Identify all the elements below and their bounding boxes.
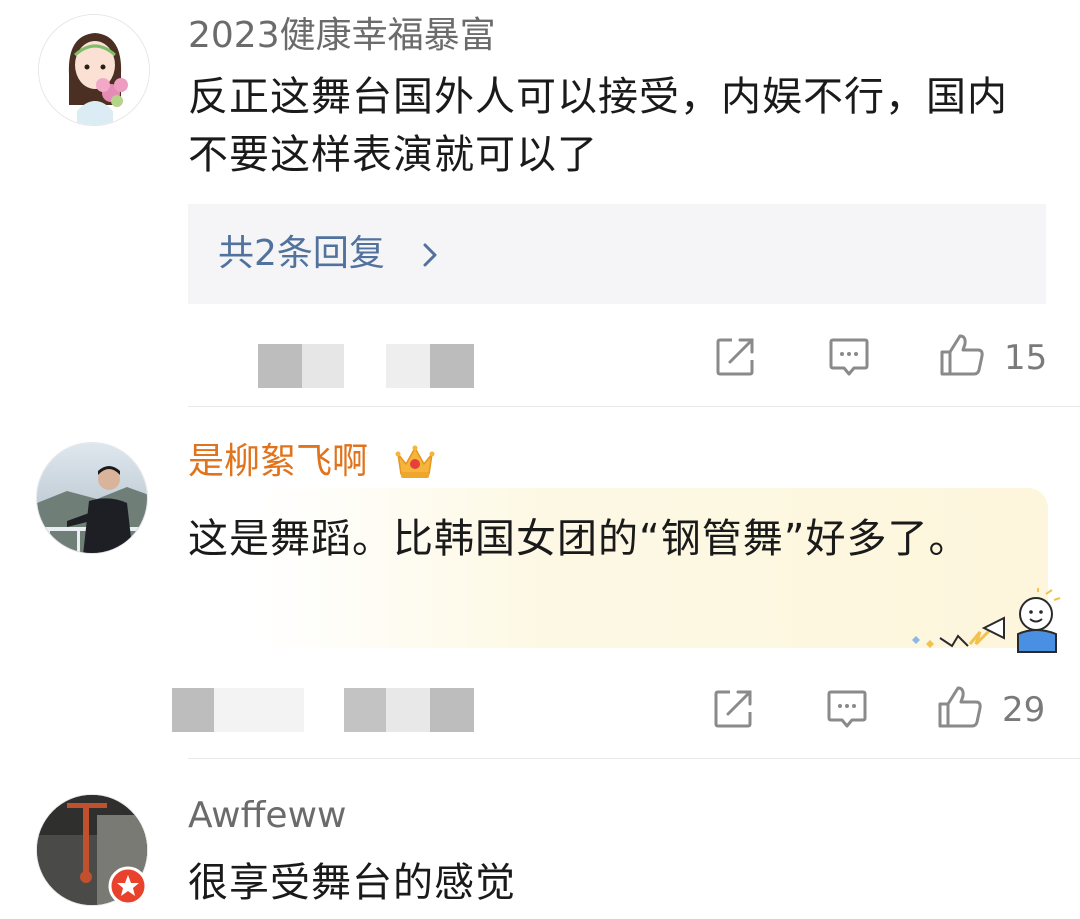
blurred-timestamp — [172, 688, 214, 732]
chevron-right-icon — [423, 243, 437, 267]
like-count: 15 — [1004, 338, 1048, 378]
username[interactable]: 是柳絮飞啊 — [188, 440, 368, 484]
view-replies-button[interactable]: 共2条回复 — [188, 204, 1046, 304]
action-row: 29 — [0, 680, 1080, 740]
divider — [188, 758, 1080, 759]
blurred-timestamp — [258, 344, 302, 388]
blurred-location — [386, 688, 430, 732]
like-icon[interactable] — [936, 684, 984, 730]
comment-text: 反正这舞台国外人可以接受，内娱不行，国内不要这样表演就可以了 — [188, 74, 1008, 178]
avatar[interactable] — [38, 14, 150, 126]
comment-icon[interactable] — [826, 688, 868, 730]
username[interactable]: 2023健康幸福暴富 — [188, 14, 496, 58]
divider — [188, 406, 1080, 407]
comment-icon[interactable] — [828, 336, 870, 378]
blurred-location — [430, 688, 474, 732]
verified-badge-icon — [108, 866, 148, 906]
username[interactable]: Awffeww — [188, 794, 346, 838]
share-icon[interactable] — [714, 336, 756, 378]
share-icon[interactable] — [712, 688, 754, 730]
action-row: 15 — [0, 328, 1080, 388]
blurred-location — [386, 344, 430, 388]
crown-icon — [395, 445, 435, 478]
blurred-location — [344, 688, 386, 732]
comment-text: 这是舞蹈。比韩国女团的“钢管舞”好多了。 — [188, 516, 970, 562]
comment-text: 很享受舞台的感觉 — [188, 860, 516, 906]
like-icon[interactable] — [938, 332, 986, 378]
replies-count-label: 共2条回复 — [218, 233, 385, 274]
blurred-timestamp — [302, 344, 344, 388]
blurred-timestamp — [214, 688, 304, 732]
man-avatar-image — [37, 443, 147, 553]
like-count: 29 — [1002, 690, 1046, 730]
megaphone-sticker-icon — [912, 588, 1061, 653]
blurred-location — [430, 344, 474, 388]
girl-avatar-image — [39, 15, 149, 125]
avatar[interactable] — [36, 442, 148, 554]
